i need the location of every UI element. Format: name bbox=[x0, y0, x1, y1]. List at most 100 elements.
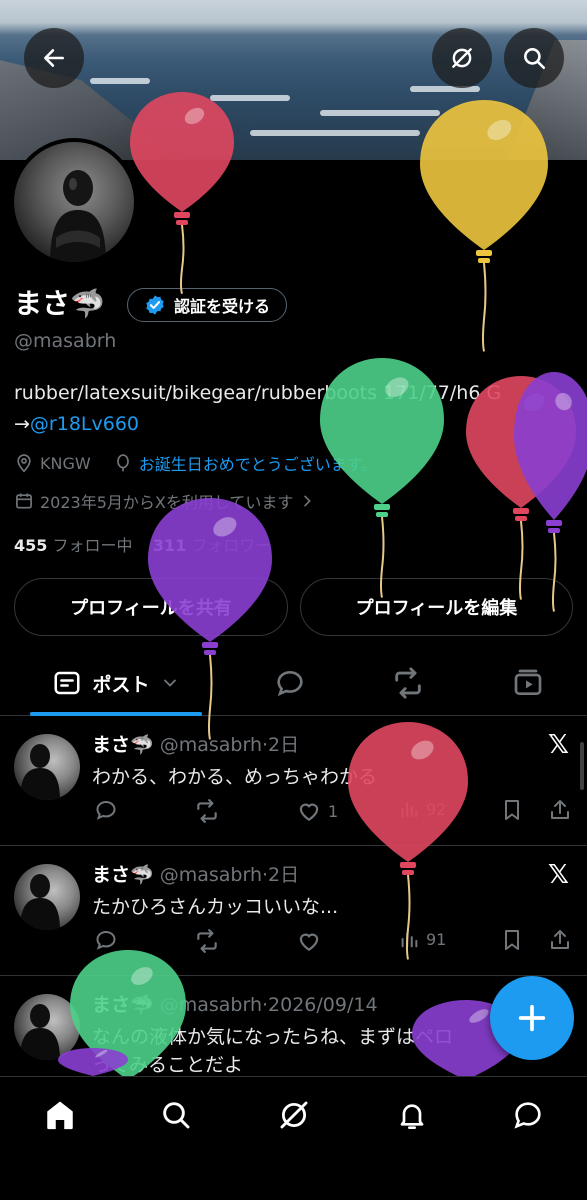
repost-button[interactable] bbox=[194, 928, 220, 954]
views-chart-icon bbox=[401, 932, 418, 948]
following-link[interactable]: 455 フォロー中 bbox=[14, 536, 133, 555]
edit-profile-button[interactable]: プロフィールを編集 bbox=[300, 578, 573, 636]
search-button[interactable] bbox=[504, 28, 564, 88]
tab-media[interactable] bbox=[504, 650, 552, 716]
tweet-header: まさ🦈 @masabrh·2日 bbox=[92, 730, 299, 757]
tweet-author-name[interactable]: まさ🦈 bbox=[92, 994, 154, 1016]
x-logo-icon: 𝕏 bbox=[548, 730, 569, 760]
tweet-avatar[interactable] bbox=[14, 864, 80, 930]
nav-grok[interactable] bbox=[274, 1095, 314, 1135]
post-list-icon bbox=[54, 671, 80, 695]
tweet-avatar[interactable] bbox=[14, 994, 80, 1060]
bookmark-button[interactable] bbox=[500, 798, 524, 822]
tweet-text: ってみることだよ bbox=[92, 1054, 244, 1076]
profile-tabs: ポスト bbox=[0, 650, 587, 716]
share-button[interactable] bbox=[548, 798, 572, 822]
birthday-text: お誕生日おめでとうございます。 bbox=[138, 455, 378, 474]
views-button[interactable]: 92 bbox=[398, 798, 446, 820]
reply-icon bbox=[96, 800, 116, 820]
bookmark-button[interactable] bbox=[500, 928, 524, 952]
plus-icon bbox=[518, 1004, 546, 1032]
avatar-figure bbox=[20, 1004, 60, 1060]
view-count: 91 bbox=[426, 929, 447, 949]
bookmark-icon bbox=[505, 930, 519, 950]
tweet-author-handle[interactable]: @masabrh bbox=[160, 864, 262, 886]
avatar-figure bbox=[20, 874, 60, 930]
grok-icon bbox=[280, 1101, 308, 1129]
balloon-icon bbox=[116, 454, 129, 472]
banner-foam bbox=[90, 78, 150, 84]
followers-label: フォロワー bbox=[191, 536, 272, 555]
tab-reposts[interactable] bbox=[384, 650, 432, 716]
verified-badge-icon bbox=[146, 295, 164, 315]
share-profile-button[interactable]: プロフィールを共有 bbox=[14, 578, 288, 636]
get-verified-label: 認証を受ける bbox=[174, 297, 271, 316]
get-verified-button[interactable]: 認証を受ける bbox=[127, 288, 288, 322]
tab-replies[interactable] bbox=[266, 650, 314, 716]
arrow-left-icon bbox=[44, 49, 64, 67]
tweet-author-handle[interactable]: @masabrh bbox=[160, 994, 262, 1016]
repost-button[interactable] bbox=[194, 798, 220, 824]
grok-icon bbox=[452, 48, 472, 68]
tweet[interactable]: まさ🦈 @masabrh·2日 𝕏 わかる、わかる、めっちゃわかる 1 92 bbox=[0, 716, 587, 846]
following-label: フォロー中 bbox=[52, 536, 133, 555]
back-button[interactable] bbox=[24, 28, 84, 88]
tweet[interactable]: まさ🦈 @masabrh·2日 𝕏 たかひろさんカッコいいな... 91 bbox=[0, 846, 587, 976]
tweet-author-name[interactable]: まさ🦈 bbox=[92, 734, 154, 756]
share-profile-label: プロフィールを共有 bbox=[70, 598, 232, 619]
scrollbar[interactable] bbox=[580, 742, 584, 790]
following-count: 455 bbox=[14, 536, 48, 555]
nav-home[interactable] bbox=[40, 1095, 80, 1135]
joined-row[interactable]: 2023年5月からXを利用しています bbox=[14, 489, 315, 513]
tweet-text: わかる、わかる、めっちゃわかる bbox=[92, 766, 378, 788]
bell-icon bbox=[400, 1104, 424, 1129]
bio-link[interactable]: @r18Lv660 bbox=[30, 413, 139, 435]
tweet-actions: 1 92 bbox=[92, 798, 572, 828]
followers-count: 311 bbox=[152, 536, 187, 555]
profile-bio: rubber/latexsuit/bikegear/rubberboots 17… bbox=[14, 378, 574, 440]
like-button[interactable] bbox=[296, 928, 328, 954]
bio-arrow: → bbox=[14, 413, 30, 435]
media-play-icon bbox=[514, 669, 542, 695]
tweet-time[interactable]: 2日 bbox=[268, 734, 299, 756]
calendar-icon bbox=[16, 493, 32, 509]
tab-posts[interactable]: ポスト bbox=[30, 650, 202, 716]
tweet-author-handle[interactable]: @masabrh bbox=[160, 734, 262, 756]
like-button[interactable]: 1 bbox=[296, 798, 338, 824]
profile-name: まさ🦈 bbox=[14, 287, 105, 320]
followers-link[interactable]: 311 フォロワー bbox=[153, 536, 272, 555]
edit-profile-label: プロフィールを編集 bbox=[355, 598, 518, 619]
nav-notifications[interactable] bbox=[392, 1095, 432, 1135]
reply-bubble-icon bbox=[277, 670, 303, 697]
search-icon bbox=[163, 1102, 190, 1129]
bio-line: rubber/latexsuit/bikegear/rubberboots 17… bbox=[14, 382, 502, 404]
grok-button[interactable] bbox=[432, 28, 492, 88]
profile-banner[interactable] bbox=[0, 0, 587, 160]
nav-search[interactable] bbox=[156, 1095, 196, 1135]
tweet-text: たかひろさんカッコいいな... bbox=[92, 896, 339, 918]
banner-foam bbox=[250, 130, 420, 136]
reply-button[interactable] bbox=[94, 928, 118, 952]
banner-foam bbox=[210, 95, 290, 101]
tweet-author-name[interactable]: まさ🦈 bbox=[92, 864, 154, 886]
repost-icon bbox=[197, 799, 217, 823]
reply-button[interactable] bbox=[94, 798, 118, 822]
heart-icon bbox=[299, 803, 319, 821]
repost-icon bbox=[197, 929, 217, 953]
profile-handle: @masabrh bbox=[14, 330, 117, 352]
profile-avatar[interactable] bbox=[10, 138, 138, 266]
reply-icon bbox=[96, 930, 116, 950]
chevron-down-icon bbox=[163, 679, 176, 687]
bio-line: →@r18Lv660 bbox=[14, 409, 574, 440]
share-button[interactable] bbox=[548, 928, 572, 952]
compose-post-button[interactable] bbox=[490, 976, 574, 1060]
views-button[interactable]: 91 bbox=[398, 928, 446, 950]
nav-messages[interactable] bbox=[508, 1095, 548, 1135]
repost-icon bbox=[395, 667, 421, 699]
location-text: KNGW bbox=[40, 453, 91, 473]
view-count: 92 bbox=[426, 799, 447, 819]
tweet-avatar[interactable] bbox=[14, 734, 80, 800]
avatar-figure bbox=[50, 170, 106, 262]
tweet-time[interactable]: 2026/09/14 bbox=[268, 994, 378, 1016]
tweet-time[interactable]: 2日 bbox=[268, 864, 299, 886]
